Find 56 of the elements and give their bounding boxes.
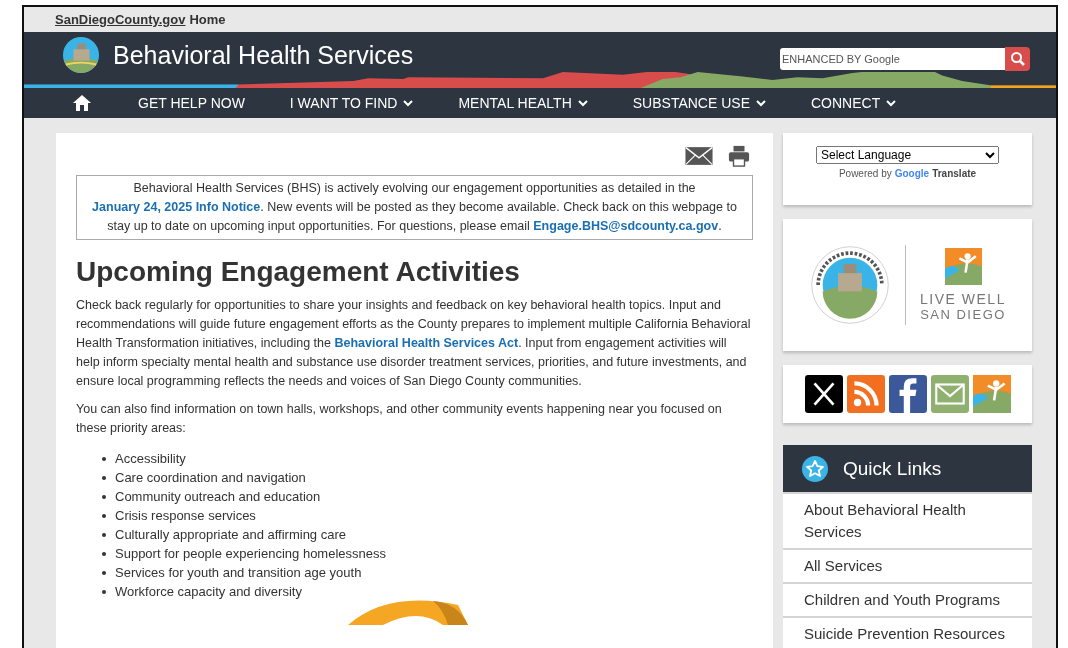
live-well-icon[interactable] bbox=[972, 375, 1011, 413]
nav-link[interactable]: I WANT TO FIND bbox=[289, 95, 414, 111]
bullet-icon bbox=[102, 532, 106, 537]
powered-by-label: Powered by bbox=[838, 168, 892, 179]
bullet-icon bbox=[102, 456, 106, 461]
bullet-icon bbox=[102, 570, 106, 575]
bullet-icon bbox=[102, 475, 106, 480]
nav-link[interactable]: SUBSTANCE USE bbox=[632, 95, 766, 111]
page-heading: Upcoming Engagement Activities bbox=[76, 256, 521, 288]
search-field[interactable]: ENHANCED BY Google bbox=[780, 48, 1005, 70]
language-select[interactable]: Select Language bbox=[816, 146, 999, 164]
chevron-down-icon bbox=[756, 99, 766, 107]
list-item: Care coordination and navigation bbox=[115, 469, 306, 487]
quick-link[interactable]: About Behavioral Health Services bbox=[783, 492, 1032, 548]
facebook-icon[interactable] bbox=[888, 375, 927, 413]
nav-link[interactable]: CONNECT bbox=[811, 95, 897, 111]
search-button[interactable] bbox=[1005, 47, 1030, 71]
site-title: Behavioral Health Services bbox=[113, 40, 414, 70]
home-label: Home bbox=[189, 12, 226, 27]
home-button[interactable] bbox=[72, 94, 92, 112]
list-item: Services for youth and transition age youth bbox=[115, 564, 362, 582]
seal-icon bbox=[62, 36, 100, 74]
list-item: Support for people experiencing homelessness bbox=[115, 545, 386, 563]
chevron-down-icon bbox=[886, 99, 897, 107]
list-item: Culturally appropriate and affirming care bbox=[115, 526, 346, 544]
nav-link[interactable]: GET HELP NOW bbox=[138, 95, 245, 111]
list-item: Crisis response services bbox=[115, 507, 256, 525]
bullet-icon bbox=[102, 494, 106, 499]
google-logo: Google bbox=[894, 168, 930, 179]
logo-subtext: SAN DIEGO bbox=[920, 307, 1006, 322]
quick-link[interactable]: All Services bbox=[783, 548, 1032, 582]
bullet-icon bbox=[102, 589, 106, 594]
logo-text: LIVE WELL bbox=[920, 291, 1006, 307]
bullet-icon bbox=[102, 513, 106, 518]
bullet-icon bbox=[102, 551, 106, 556]
home-icon bbox=[72, 94, 92, 112]
intro-paragraph: Check back regularly for opportunities to share your insights and feedback on key behavioral health topics. Input and recommendations will guide future engagement efforts as the County prepares to implement multiple California Behavioral Health Transformation initiatives, including the Behavioral Health Services Act. Input from engagement activities will help inform specialty mental health and substance use disorder treatment services, priorities, and future investments, and ensure local programming reflects the needs and voices of San Diego County communities. bbox=[76, 297, 752, 390]
quick-links-title: Quick Links bbox=[843, 457, 942, 480]
chevron-down-icon bbox=[577, 99, 588, 107]
list-item: Accessibility bbox=[115, 450, 186, 468]
search-icon bbox=[1009, 51, 1026, 67]
list-item: Community outreach and education bbox=[115, 488, 321, 506]
envelope-icon bbox=[685, 145, 713, 167]
x-logo-icon[interactable] bbox=[804, 375, 843, 413]
chevron-down-icon bbox=[403, 99, 414, 107]
notice-text: Behavioral Health Services (BHS) is actively evolving our engagement opportunities as detailed in the January 24, 2025 Info Notice. New events will be posted as they become available. Check back on this webpage to stay up to date on upcoming input opportunities. For questions, please email Engage.BHS@sdcounty.ca.gov. bbox=[76, 175, 753, 240]
live-well-icon bbox=[944, 248, 982, 285]
notice-link[interactable]: Engage.BHS@sdcounty.ca.gov bbox=[533, 219, 719, 233]
home-link[interactable]: SanDiegoCounty.gov bbox=[55, 12, 186, 27]
translate-label: Translate bbox=[932, 168, 977, 179]
priority-intro: You can also find information on town halls, workshops, and other community events happening near you focused on these priority areas: bbox=[76, 401, 723, 437]
list-item: Workforce capacity and diversity bbox=[115, 583, 302, 601]
quick-link[interactable]: Suicide Prevention Resources bbox=[783, 616, 1032, 648]
quick-link[interactable]: Children and Youth Programs bbox=[783, 582, 1032, 616]
nav-link[interactable]: MENTAL HEALTH bbox=[458, 95, 588, 111]
county-seal-icon bbox=[809, 244, 892, 326]
